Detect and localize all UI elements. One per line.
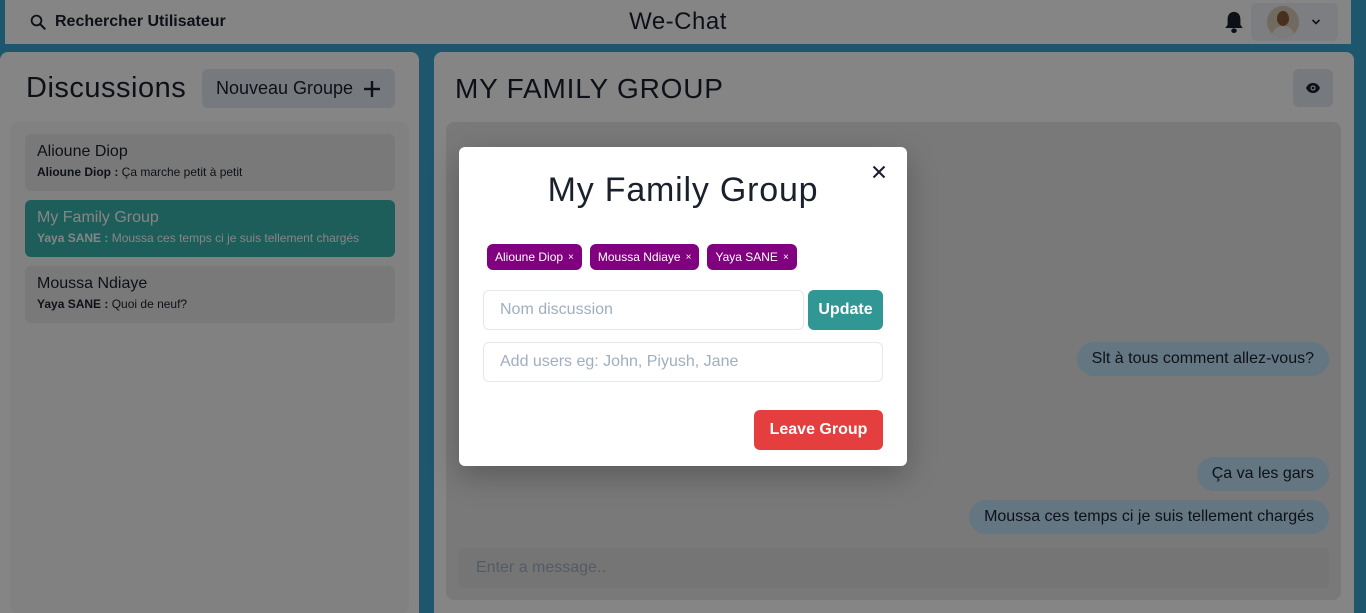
member-badge-label: Moussa Ndiaye — [597, 250, 681, 264]
close-button[interactable] — [867, 160, 891, 184]
member-badge-moussa-ndiaye[interactable]: Moussa Ndiaye × — [589, 244, 700, 270]
member-badges: Alioune Diop × Moussa Ndiaye × Yaya SANE… — [487, 244, 797, 270]
group-name-input[interactable] — [483, 290, 804, 330]
close-icon — [872, 165, 886, 179]
remove-member-icon[interactable]: × — [686, 252, 692, 263]
update-button[interactable]: Update — [808, 290, 883, 330]
member-badge-label: Alioune Diop — [495, 250, 564, 264]
add-users-input[interactable] — [483, 342, 883, 382]
modal-title: My Family Group — [547, 171, 819, 209]
member-badge-label: Yaya SANE — [715, 250, 778, 264]
member-badge-alioune-diop[interactable]: Alioune Diop × — [487, 244, 582, 270]
remove-member-icon[interactable]: × — [783, 252, 789, 263]
leave-group-button[interactable]: Leave Group — [754, 410, 883, 450]
member-badge-yaya-sane[interactable]: Yaya SANE × — [707, 244, 797, 270]
group-settings-modal: My Family Group Alioune Diop × Moussa Nd… — [459, 147, 907, 466]
remove-member-icon[interactable]: × — [568, 252, 574, 263]
